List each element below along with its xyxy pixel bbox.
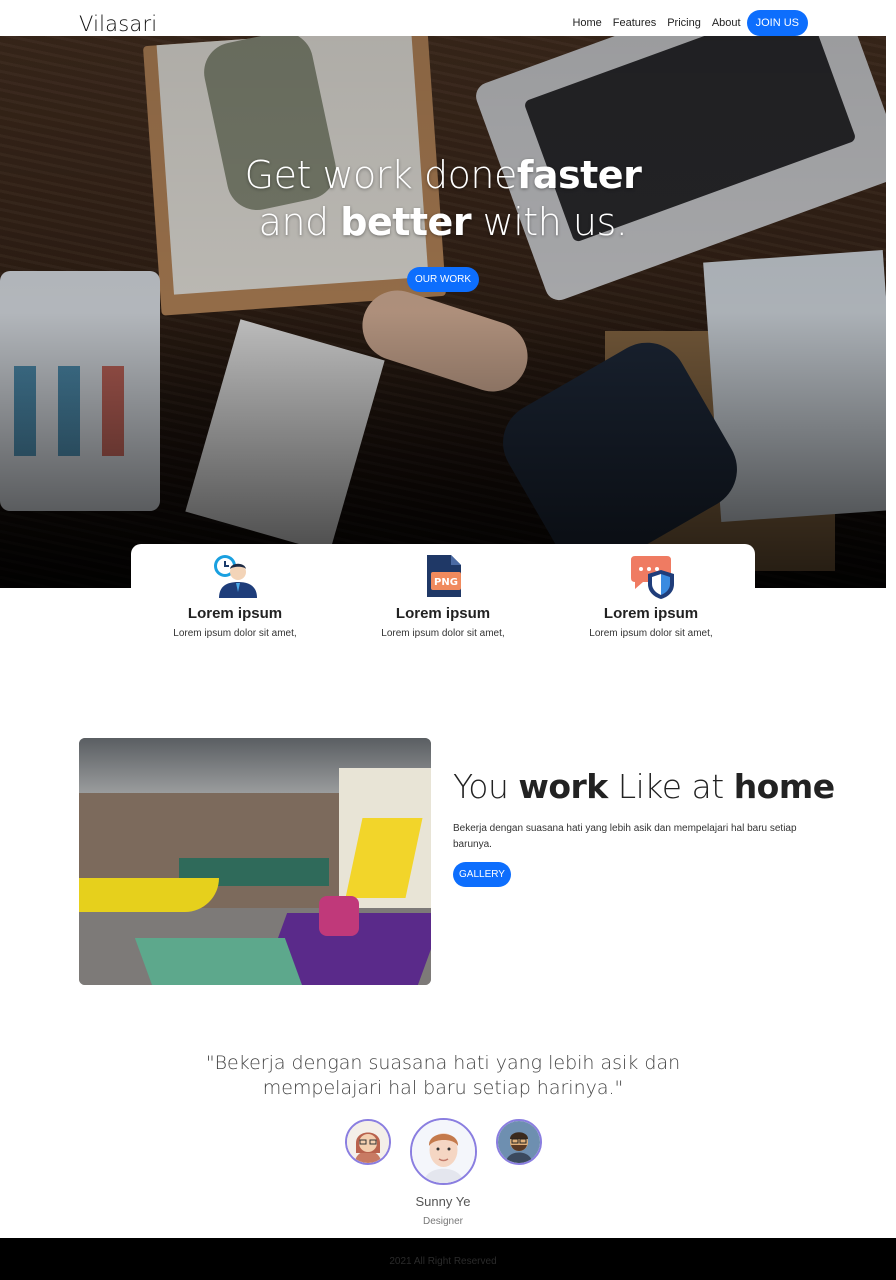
feature-item: Lorem ipsum Lorem ipsum dolor sit amet, (547, 544, 755, 654)
quote-line-2: mempelajari hal baru setiap harinya." (262, 1077, 624, 1099)
avatar[interactable] (410, 1118, 477, 1185)
quote-line-1: "Bekerja dengan suasana hati yang lebih … (205, 1052, 681, 1074)
testimonial-quote: "Bekerja dengan suasana hati yang lebih … (0, 1051, 886, 1101)
png-badge-text: PNG (434, 577, 458, 588)
features-card: Lorem ipsum Lorem ipsum dolor sit amet, … (131, 544, 755, 654)
testimonial-role: Designer (422, 1216, 464, 1227)
hero-line2-a: and (258, 200, 341, 244)
nav-features-link[interactable]: Features (613, 17, 656, 29)
gallery-button[interactable]: GALLERY (453, 862, 511, 887)
hero-headline: Get work donefaster and better with us. (0, 152, 886, 246)
hero-overlay (0, 36, 886, 588)
office-yellow-table-shape (79, 878, 219, 912)
hero-line1-b: faster (516, 153, 642, 197)
nav-home-link[interactable]: Home (572, 17, 601, 29)
feature-title: Lorem ipsum (395, 605, 491, 622)
feature-item: Lorem ipsum Lorem ipsum dolor sit amet, (131, 544, 339, 654)
feature-item: PNG Lorem ipsum Lorem ipsum dolor sit am… (339, 544, 547, 654)
work-title-b: work (518, 767, 608, 806)
hero-line2-c: with us. (471, 200, 628, 244)
our-work-button[interactable]: OUR WORK (407, 267, 479, 292)
work-title-c: Like at (607, 767, 734, 806)
work-description: Bekerja dengan suasana hati yang lebih a… (453, 823, 797, 850)
footer-copyright: 2021 All Right Reserved (389, 1256, 497, 1267)
feature-title: Lorem ipsum (603, 605, 699, 622)
hero-line1-a: Get work done (244, 153, 518, 197)
feature-title: Lorem ipsum (187, 605, 283, 622)
chat-shield-icon (627, 552, 675, 600)
feature-text: Lorem ipsum dolor sit amet, (589, 628, 713, 639)
join-us-button[interactable]: JOIN US (746, 10, 808, 36)
avatar[interactable] (496, 1119, 542, 1165)
hero-section: Get work donefaster and better with us. … (0, 36, 886, 588)
navbar: Vilasari Home Features Pricing About JOI… (0, 0, 896, 36)
footer: 2021 All Right Reserved (0, 1238, 896, 1280)
office-foosball-shape (134, 938, 304, 985)
avatar[interactable] (345, 1119, 391, 1165)
work-section-title: You work Like at home (453, 767, 835, 806)
png-file-icon: PNG (419, 552, 467, 600)
work-title-a: You (453, 767, 519, 806)
main-nav: Home Features Pricing About JOIN US (561, 10, 808, 36)
nav-pricing-link[interactable]: Pricing (667, 17, 701, 29)
clock-user-icon (211, 552, 259, 600)
testimonial-name: Sunny Ye (415, 1194, 471, 1209)
nav-about-link[interactable]: About (712, 17, 741, 29)
hero-line2-b: better (340, 200, 472, 244)
office-photo (79, 738, 431, 985)
feature-text: Lorem ipsum dolor sit amet, (381, 628, 505, 639)
brand-logo[interactable]: Vilasari (79, 12, 157, 36)
work-title-d: home (733, 767, 835, 806)
feature-text: Lorem ipsum dolor sit amet, (173, 628, 297, 639)
office-beanbag-shape (319, 896, 359, 936)
